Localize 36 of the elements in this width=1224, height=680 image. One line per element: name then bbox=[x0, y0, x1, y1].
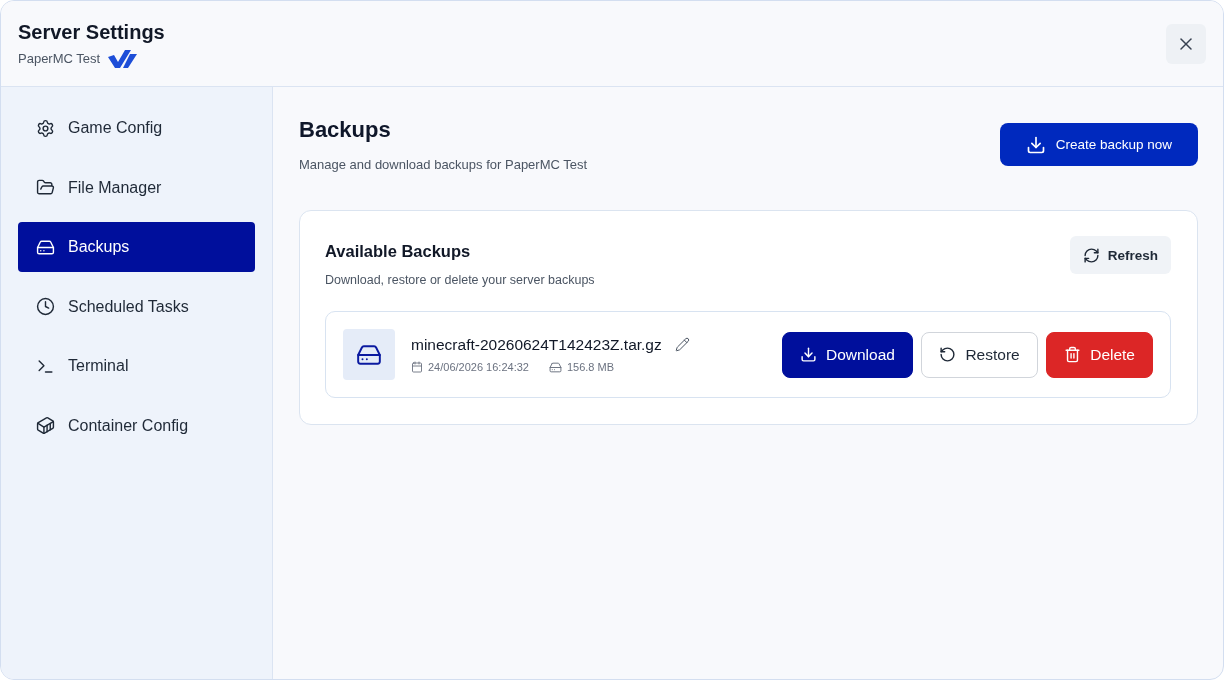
folder-icon bbox=[36, 178, 55, 197]
clock-icon bbox=[36, 297, 55, 316]
download-button[interactable]: Download bbox=[781, 331, 913, 378]
pencil-icon[interactable] bbox=[674, 337, 690, 352]
refresh-button[interactable]: Refresh bbox=[1069, 236, 1171, 274]
close-button[interactable] bbox=[1166, 23, 1206, 64]
create-backup-button[interactable]: Create backup now bbox=[999, 123, 1198, 166]
download-icon bbox=[799, 346, 817, 363]
card-subtitle: Download, restore or delete your server backups bbox=[325, 272, 595, 288]
hard-drive-icon bbox=[36, 237, 55, 257]
calendar-icon bbox=[411, 361, 423, 373]
refresh-icon bbox=[1082, 246, 1100, 264]
card-title: Available Backups bbox=[325, 241, 472, 262]
backup-file-name: minecraft-20260624T142423Z.tar.gz bbox=[411, 335, 662, 354]
server-name: PaperMC Test bbox=[18, 49, 101, 68]
trash-icon bbox=[1064, 346, 1082, 363]
hard-drive-icon bbox=[548, 360, 562, 374]
sidebar-item[interactable]: Backups bbox=[18, 222, 255, 272]
download-icon bbox=[1025, 134, 1046, 155]
backup-size: 156.8 MB bbox=[566, 361, 615, 373]
delete-button[interactable]: Delete bbox=[1046, 331, 1153, 378]
backup-date: 24/06/2026 16:24:32 bbox=[428, 361, 529, 373]
hard-drive-tile-icon bbox=[343, 329, 395, 380]
sidebar-item[interactable]: Game Config bbox=[18, 103, 255, 153]
container-icon bbox=[36, 416, 55, 435]
sidebar-item[interactable]: Scheduled Tasks bbox=[18, 281, 255, 332]
sidebar-item[interactable]: Terminal bbox=[18, 341, 255, 391]
page-title: Backups bbox=[299, 117, 392, 143]
gear-icon bbox=[36, 118, 55, 138]
page-subtitle: Manage and download backups for PaperMC Test bbox=[299, 156, 588, 174]
restore-button[interactable]: Restore bbox=[921, 331, 1038, 378]
sidebar-item[interactable]: File Manager bbox=[18, 162, 255, 213]
undo-arrow-icon bbox=[939, 346, 957, 363]
brand-logo-icon bbox=[108, 49, 139, 68]
sidebar-item[interactable]: Container Config bbox=[18, 400, 255, 451]
dialog-title: Server Settings bbox=[18, 19, 165, 44]
